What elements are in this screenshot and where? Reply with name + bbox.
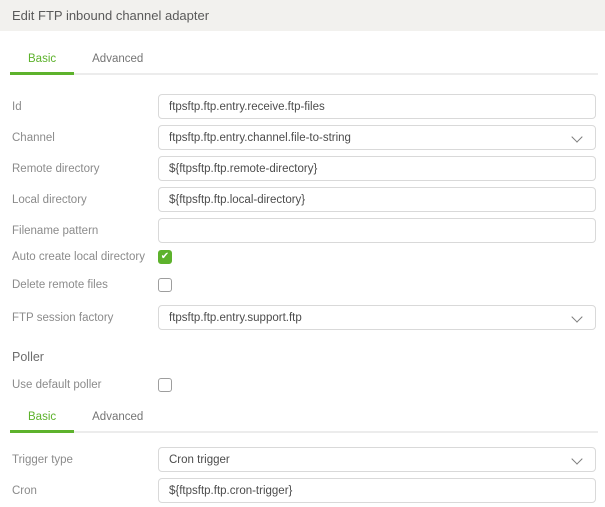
field-row-cron: Cron [0, 478, 605, 503]
tab-basic[interactable]: Basic [10, 47, 75, 75]
field-row-filename-pattern: Filename pattern [0, 218, 605, 243]
id-input[interactable] [158, 94, 596, 119]
check-icon: ✔ [160, 251, 170, 262]
main-form: Id Channel ftpsftp.ftp.entry.channel.fil… [0, 94, 605, 330]
field-row-delete-remote-files: Delete remote files ✔ [0, 277, 605, 293]
channel-select[interactable]: ftpsftp.ftp.entry.channel.file-to-string [158, 125, 596, 150]
field-row-auto-create-local-directory: Auto create local directory ✔ [0, 249, 605, 265]
ftp-session-factory-select[interactable]: ftpsftp.ftp.entry.support.ftp [158, 305, 596, 330]
local-directory-control [158, 187, 596, 212]
use-default-poller-checkbox[interactable]: ✔ [158, 378, 172, 392]
trigger-type-select-value: Cron trigger [169, 453, 230, 466]
auto-create-local-directory-label: Auto create local directory [12, 251, 145, 263]
poller-section-heading: Poller [12, 350, 44, 364]
poller-tabrow: Basic Advanced [10, 405, 598, 433]
main-tabbar: Basic Advanced [10, 47, 598, 75]
cron-input[interactable] [158, 478, 596, 503]
page-title: Edit FTP inbound channel adapter [12, 8, 210, 23]
field-row-channel: Channel ftpsftp.ftp.entry.channel.file-t… [0, 125, 605, 150]
main-tabrow: Basic Advanced [10, 47, 598, 75]
cron-label: Cron [12, 484, 37, 497]
cron-control [158, 478, 596, 503]
tab-advanced[interactable]: Advanced [74, 47, 161, 73]
filename-pattern-label: Filename pattern [12, 224, 99, 237]
poller-form: Trigger type Cron trigger Cron [0, 447, 605, 503]
id-control [158, 94, 596, 119]
delete-remote-files-label: Delete remote files [12, 279, 108, 291]
use-default-poller-control: ✔ [158, 378, 596, 392]
delete-remote-files-control: ✔ [158, 278, 596, 292]
trigger-type-control: Cron trigger [158, 447, 596, 472]
local-directory-label: Local directory [12, 193, 87, 206]
id-label: Id [12, 100, 22, 113]
filename-pattern-input[interactable] [158, 218, 596, 243]
channel-select-value: ftpsftp.ftp.entry.channel.file-to-string [169, 131, 351, 144]
field-row-trigger-type: Trigger type Cron trigger [0, 447, 605, 472]
page-header: Edit FTP inbound channel adapter [0, 0, 605, 31]
channel-label: Channel [12, 131, 55, 144]
field-row-id: Id [0, 94, 605, 119]
poller-tab-advanced[interactable]: Advanced [74, 405, 161, 431]
field-row-local-directory: Local directory [0, 187, 605, 212]
delete-remote-files-checkbox[interactable]: ✔ [158, 278, 172, 292]
filename-pattern-control [158, 218, 596, 243]
use-default-poller-label: Use default poller [12, 379, 102, 391]
remote-directory-label: Remote directory [12, 162, 100, 175]
remote-directory-input[interactable] [158, 156, 596, 181]
auto-create-local-directory-checkbox[interactable]: ✔ [158, 250, 172, 264]
trigger-type-label: Trigger type [12, 453, 73, 466]
ftp-session-factory-label: FTP session factory [12, 311, 114, 324]
field-row-remote-directory: Remote directory [0, 156, 605, 181]
poller-tabbar: Basic Advanced [10, 405, 598, 433]
poller-tab-basic[interactable]: Basic [10, 405, 75, 433]
field-row-use-default-poller: Use default poller ✔ [0, 377, 605, 393]
ftp-session-factory-control: ftpsftp.ftp.entry.support.ftp [158, 305, 596, 330]
remote-directory-control [158, 156, 596, 181]
auto-create-control: ✔ [158, 250, 596, 264]
local-directory-input[interactable] [158, 187, 596, 212]
trigger-type-select[interactable]: Cron trigger [158, 447, 596, 472]
channel-control: ftpsftp.ftp.entry.channel.file-to-string [158, 125, 596, 150]
ftp-session-factory-select-value: ftpsftp.ftp.entry.support.ftp [169, 311, 302, 324]
field-row-ftp-session-factory: FTP session factory ftpsftp.ftp.entry.su… [0, 305, 605, 330]
